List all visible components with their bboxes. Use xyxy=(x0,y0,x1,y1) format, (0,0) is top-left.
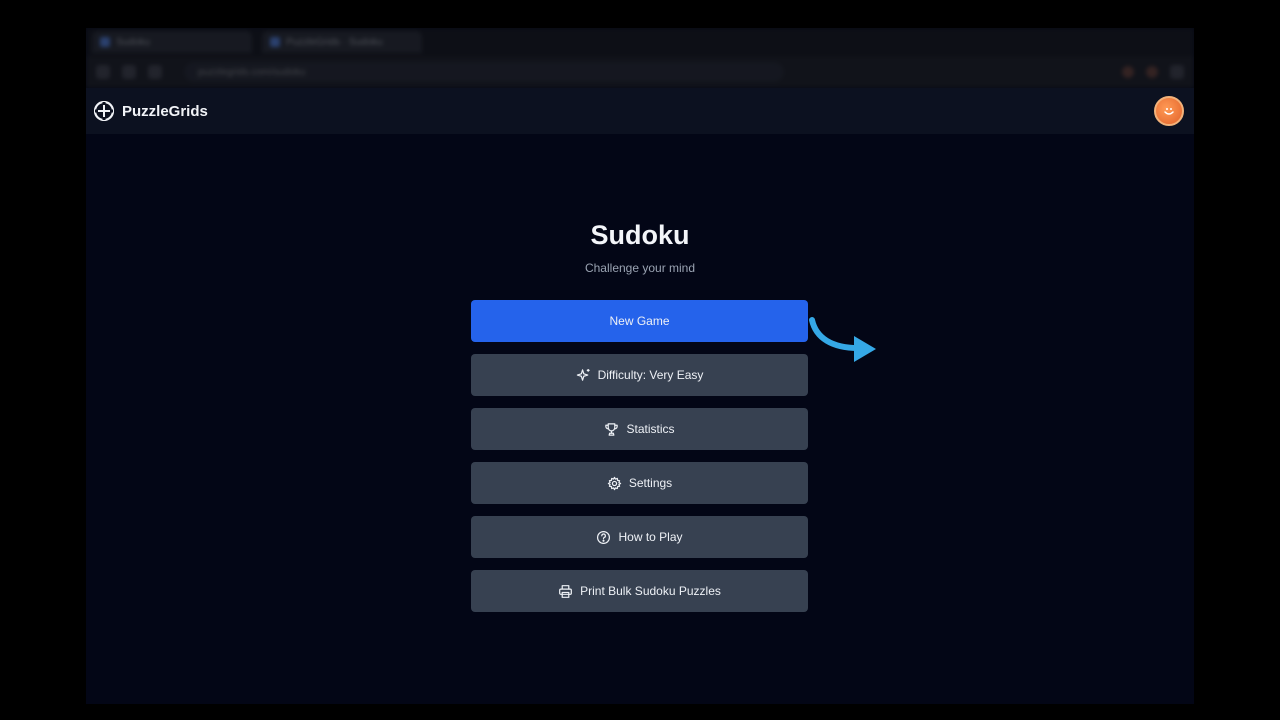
main-menu: New Game Difficulty: Very Easy Statistic… xyxy=(471,300,808,624)
print-bulk-label: Print Bulk Sudoku Puzzles xyxy=(580,584,721,598)
settings-button[interactable]: Settings xyxy=(471,462,808,504)
brand[interactable]: PuzzleGrids xyxy=(93,100,208,122)
puzzlegrids-logo-icon xyxy=(93,100,115,122)
browser-tab-label: PuzzleGrids · Sudoku xyxy=(286,36,383,48)
main-content: Sudoku Challenge your mind New Game Diff… xyxy=(86,134,1194,704)
settings-label: Settings xyxy=(628,476,673,490)
user-avatar-icon[interactable] xyxy=(1154,96,1184,126)
how-to-play-label: How to Play xyxy=(618,530,683,544)
extension-icon[interactable] xyxy=(1146,66,1158,78)
printer-icon xyxy=(558,584,573,599)
statistics-label: Statistics xyxy=(626,422,675,436)
gear-icon xyxy=(607,476,622,491)
statistics-button[interactable]: Statistics xyxy=(471,408,808,450)
difficulty-button[interactable]: Difficulty: Very Easy xyxy=(471,354,808,396)
new-game-label: New Game xyxy=(609,314,670,328)
page-subtitle: Challenge your mind xyxy=(584,261,696,275)
browser-tabstrip: Sudoku PuzzleGrids · Sudoku xyxy=(86,28,1194,56)
trophy-icon xyxy=(604,422,619,437)
difficulty-label: Difficulty: Very Easy xyxy=(597,368,704,382)
app-frame: Sudoku PuzzleGrids · Sudoku puzzlegrids.… xyxy=(86,28,1194,704)
browser-address-bar: puzzlegrids.com/sudoku xyxy=(86,56,1194,88)
back-icon[interactable] xyxy=(96,65,110,79)
browser-tab[interactable]: PuzzleGrids · Sudoku xyxy=(262,31,422,53)
browser-chrome: Sudoku PuzzleGrids · Sudoku puzzlegrids.… xyxy=(86,28,1194,88)
help-circle-icon xyxy=(596,530,611,545)
url-field[interactable]: puzzlegrids.com/sudoku xyxy=(184,62,784,82)
brand-name: PuzzleGrids xyxy=(122,102,208,120)
browser-tab[interactable]: Sudoku xyxy=(92,31,252,53)
app-header: PuzzleGrids xyxy=(86,88,1194,134)
print-bulk-button[interactable]: Print Bulk Sudoku Puzzles xyxy=(471,570,808,612)
pointer-arrow-icon xyxy=(809,317,1048,362)
tab-favicon-icon xyxy=(100,37,110,47)
how-to-play-button[interactable]: How to Play xyxy=(471,516,808,558)
forward-icon[interactable] xyxy=(122,65,136,79)
reload-icon[interactable] xyxy=(148,65,162,79)
menu-icon[interactable] xyxy=(1170,65,1184,79)
browser-tab-label: Sudoku xyxy=(116,36,150,48)
sparkle-icon xyxy=(576,368,591,383)
tab-favicon-icon xyxy=(270,37,280,47)
new-game-button[interactable]: New Game xyxy=(471,300,808,342)
extension-icon[interactable] xyxy=(1122,66,1134,78)
page-title: Sudoku xyxy=(590,220,690,250)
